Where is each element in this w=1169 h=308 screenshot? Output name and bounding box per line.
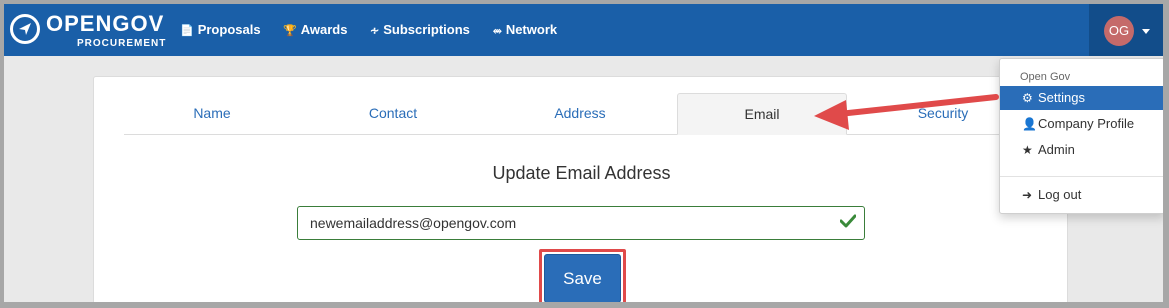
menu-item-label: Settings	[1038, 90, 1085, 105]
menu-item-company-profile[interactable]: 👤Company Profile	[1000, 112, 1163, 136]
dropdown-header: Open Gov	[1020, 71, 1071, 83]
form-title: Update Email Address	[492, 163, 671, 183]
gear-icon: ⚙	[1022, 91, 1033, 105]
tab-email[interactable]: Email	[677, 93, 847, 135]
nav-network[interactable]: ⥈ Network	[493, 21, 557, 40]
user-menu-toggle[interactable]: OG	[1089, 4, 1163, 56]
dropdown-divider	[1000, 176, 1163, 177]
menu-item-label: Company Profile	[1038, 116, 1135, 131]
nav-label: Awards	[300, 22, 348, 37]
checkmark-icon	[840, 214, 856, 228]
share-icon: ⥈	[493, 25, 502, 37]
brand-title: OPENGOV	[46, 11, 165, 36]
nav-awards[interactable]: 🏆 Awards	[283, 21, 347, 40]
nav-label: Subscriptions	[383, 22, 470, 37]
settings-tabs: Name Contact Address Email Security	[124, 93, 1002, 135]
menu-item-label: Admin	[1038, 142, 1075, 157]
logo-mark-icon	[10, 14, 40, 44]
email-field[interactable]	[297, 206, 865, 240]
star-icon: ★	[1022, 143, 1033, 157]
brand-subtitle: PROCUREMENT	[77, 38, 167, 49]
account-settings-card: Name Contact Address Email Security Upda…	[93, 76, 1068, 302]
caret-down-icon	[1142, 29, 1150, 34]
top-navbar: OPENGOV PROCUREMENT 📄 Proposals 🏆 Awards ∻…	[4, 4, 1163, 56]
tab-name[interactable]: Name	[127, 93, 297, 135]
avatar: OG	[1104, 16, 1134, 46]
menu-item-label: Log out	[1038, 187, 1082, 202]
logout-icon: ➜	[1022, 188, 1033, 202]
menu-item-settings[interactable]: ⚙ Settings	[1000, 86, 1163, 110]
menu-item-admin[interactable]: ★ Admin	[1000, 138, 1163, 162]
nav-label: Network	[505, 22, 558, 37]
user-dropdown-menu: Open Gov ⚙ Settings 👤Company Profile ★ Adm…	[999, 58, 1163, 214]
app-window: OPENGOV PROCUREMENT 📄 Proposals 🏆 Awards ∻…	[4, 4, 1163, 302]
save-button[interactable]: Save	[544, 254, 621, 302]
trophy-icon: 🏆	[283, 25, 297, 37]
nav-label: Proposals	[197, 22, 261, 37]
document-icon: 📄	[180, 25, 194, 37]
rss-icon: ∻	[370, 25, 380, 37]
nav-proposals[interactable]: 📄 Proposals	[180, 21, 261, 40]
menu-item-logout[interactable]: ➜ Log out	[1000, 183, 1163, 207]
tab-address[interactable]: Address	[495, 93, 665, 135]
nav-subscriptions[interactable]: ∻ Subscriptions	[370, 21, 470, 40]
opengov-logo[interactable]: OPENGOV PROCUREMENT	[10, 12, 165, 50]
user-icon: 👤	[1022, 117, 1037, 131]
tab-contact[interactable]: Contact	[308, 93, 478, 135]
